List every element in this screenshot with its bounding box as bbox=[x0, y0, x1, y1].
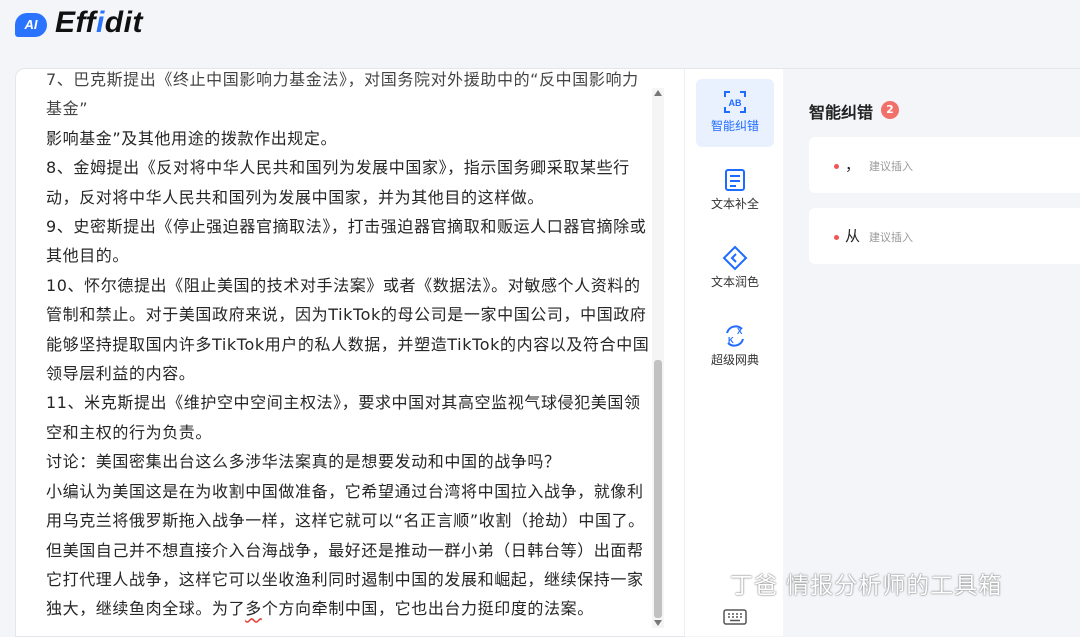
panel-title: 智能纠错 bbox=[809, 103, 874, 122]
wechat-icon bbox=[693, 571, 724, 595]
svg-text:X: X bbox=[737, 327, 743, 336]
keyboard-icon[interactable] bbox=[723, 609, 747, 625]
text-editor[interactable]: 7、巴克斯提出《终止中国影响力基金法》，对国务院对外援助中的“反中国影响力基金”… bbox=[15, 68, 685, 637]
tool-text-completion[interactable]: 文本补全 bbox=[696, 157, 774, 225]
tool-label: 文本润色 bbox=[710, 275, 759, 289]
svg-text:K: K bbox=[728, 336, 734, 345]
text-completion-icon bbox=[725, 169, 745, 191]
app-logo: Effidit bbox=[55, 6, 143, 39]
suggestion-card[interactable]: ， 建议插入 bbox=[809, 137, 1080, 193]
tool-super-dictionary[interactable]: X K 超级网典 bbox=[696, 313, 774, 381]
issue-count-badge: 2 bbox=[881, 101, 899, 119]
suggestion-hint: 建议插入 bbox=[869, 231, 913, 244]
error-dot-icon bbox=[834, 164, 839, 169]
tool-text-polish[interactable]: 文本润色 bbox=[696, 235, 774, 303]
tool-label: 文本补全 bbox=[710, 197, 759, 211]
scroll-thumb[interactable] bbox=[654, 360, 662, 618]
tool-label: 超级网典 bbox=[710, 353, 759, 367]
editor-content[interactable]: 7、巴克斯提出《终止中国影响力基金法》，对国务院对外援助中的“反中国影响力基金”… bbox=[46, 69, 654, 624]
app-header: AI Effidit bbox=[0, 0, 1080, 62]
suggested-word: 从 bbox=[845, 227, 861, 245]
super-dictionary-icon: X K bbox=[726, 325, 744, 347]
paragraph-4: 10、怀尔德提出《阻止美国的技术对手法案》或者《数据法》。对敏感个人资料的管制和… bbox=[46, 275, 650, 384]
paragraph-7: 小编认为美国这是在为收割中国做准备，它希望通过台湾将中国拉入战争，就像利用乌克兰… bbox=[46, 481, 645, 619]
paragraph-6: 讨论：美国密集出台这么多涉华法案真的是想要发动和中国的战争吗？ bbox=[46, 452, 561, 472]
scroll-down-arrow-icon[interactable] bbox=[654, 620, 662, 626]
suggestion-card[interactable]: 从 建议插入 bbox=[809, 208, 1080, 264]
text-polish-icon bbox=[722, 245, 748, 271]
flagged-word[interactable]: 多 bbox=[245, 599, 262, 618]
correction-panel: 智能纠错 2 ， 建议插入 从 建议插入 bbox=[783, 68, 1080, 636]
ai-correction-icon: AB bbox=[724, 91, 746, 113]
partial-line: 7、巴克斯提出《终止中国影响力基金法》，对国务院对外援助中的“反中国影响力基金” bbox=[46, 70, 639, 119]
error-dot-icon bbox=[834, 235, 839, 240]
suggestion-hint: 建议插入 bbox=[869, 160, 913, 173]
tool-ai-correction[interactable]: AB 智能纠错 bbox=[696, 79, 774, 147]
editor-scrollbar[interactable] bbox=[652, 88, 664, 628]
logo-badge: AI bbox=[15, 13, 47, 37]
paragraph-2: 8、金姆提出《反对将中华人民共和国列为发展中国家》，指示国务卿采取某些行动，反对… bbox=[46, 158, 630, 207]
tool-rail: AB 智能纠错 文本补全 文本润色 X K 超级网典 bbox=[684, 68, 783, 636]
paragraph-1: 影响基金”及其他用途的拨款作出规定。 bbox=[46, 128, 338, 148]
paragraph-5: 11、米克斯提出《维护空中空间主权法》，要求中国对其高空监视气球侵犯美国领空和主… bbox=[46, 393, 641, 442]
tool-label: 智能纠错 bbox=[710, 119, 759, 133]
watermark-text: 丁爸 情报分析师的工具箱 bbox=[730, 573, 1003, 599]
scroll-up-arrow-icon[interactable] bbox=[654, 90, 662, 96]
paragraph-3: 9、史密斯提出《停止强迫器官摘取法》，打击强迫器官摘取和贩运人口器官摘除或其他目… bbox=[46, 217, 647, 266]
svg-text:AB: AB bbox=[729, 98, 742, 108]
suggested-word: ， bbox=[845, 156, 861, 174]
